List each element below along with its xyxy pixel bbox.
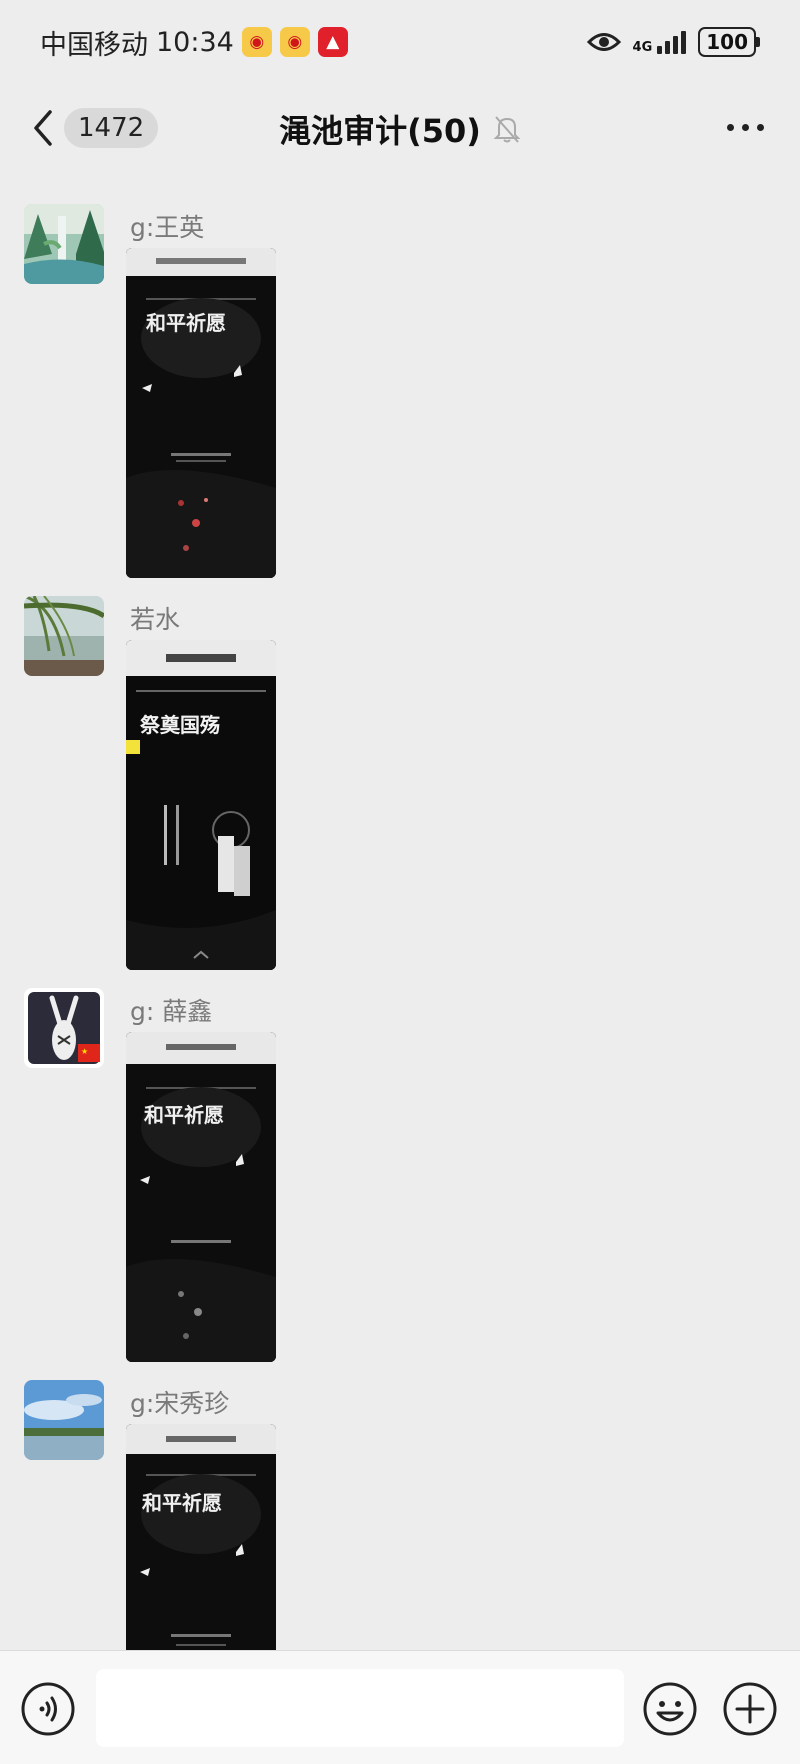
image-message[interactable]: 和平祈愿 xyxy=(126,1424,276,1650)
status-right: 4G 100 xyxy=(586,27,760,57)
message-list[interactable]: g:王英 和平祈愿 若水 祭奠国殇 ★ g: 薛鑫 和平祈愿 g:宋秀珍 和平祈… xyxy=(0,170,800,1650)
sender-name: 若水 xyxy=(130,605,181,634)
voice-icon xyxy=(21,1682,75,1736)
network-type: 4G xyxy=(632,39,653,55)
chat-header: 1472 渑池审计(50) xyxy=(0,84,800,170)
more-functions-button[interactable] xyxy=(722,1681,778,1737)
battery-level: 100 xyxy=(698,27,756,57)
image-message[interactable]: 和平祈愿 xyxy=(126,248,276,578)
chat-title[interactable]: 渑池审计(50) xyxy=(279,106,481,152)
image-message[interactable]: 和平祈愿 xyxy=(126,1032,276,1362)
avatar[interactable]: ★ xyxy=(24,988,104,1068)
carrier-label: 中国移动 xyxy=(40,29,148,61)
avatar[interactable] xyxy=(24,204,104,284)
avatar[interactable] xyxy=(24,1380,104,1460)
emoji-icon xyxy=(643,1682,697,1736)
svg-text:★: ★ xyxy=(81,1047,88,1056)
more-options-button[interactable] xyxy=(727,124,764,131)
message-input[interactable] xyxy=(96,1669,624,1747)
weibo-icon: ◉ xyxy=(279,27,310,57)
thumb-title: 和平祈愿 xyxy=(142,1491,222,1515)
sender-name: g:王英 xyxy=(130,213,205,242)
battery-icon: 100 xyxy=(698,27,760,57)
plus-icon xyxy=(723,1682,777,1736)
weibo-icon: ◉ xyxy=(241,27,272,57)
input-bar xyxy=(0,1650,800,1764)
sender-name: g:宋秀珍 xyxy=(130,1389,230,1418)
status-left: 中国移动 10:34 ◉ ◉ ▲ xyxy=(40,23,348,62)
news-icon: ▲ xyxy=(317,27,348,57)
thumb-title: 和平祈愿 xyxy=(146,311,226,335)
status-bar: 中国移动 10:34 ◉ ◉ ▲ 4G 100 xyxy=(0,0,800,84)
avatar[interactable] xyxy=(24,596,104,676)
signal-icon: 4G xyxy=(632,30,687,55)
eye-icon xyxy=(586,31,621,53)
mute-bell-icon xyxy=(493,114,521,144)
thumb-title: 和平祈愿 xyxy=(144,1103,224,1127)
emoji-button[interactable] xyxy=(642,1681,698,1737)
image-message[interactable]: 祭奠国殇 xyxy=(126,640,276,970)
thumb-title: 祭奠国殇 xyxy=(139,713,220,737)
sender-name: g: 薛鑫 xyxy=(130,997,213,1026)
clock: 10:34 xyxy=(156,26,234,58)
title-wrap: 渑池审计(50) xyxy=(0,106,800,152)
voice-input-button[interactable] xyxy=(20,1681,76,1737)
